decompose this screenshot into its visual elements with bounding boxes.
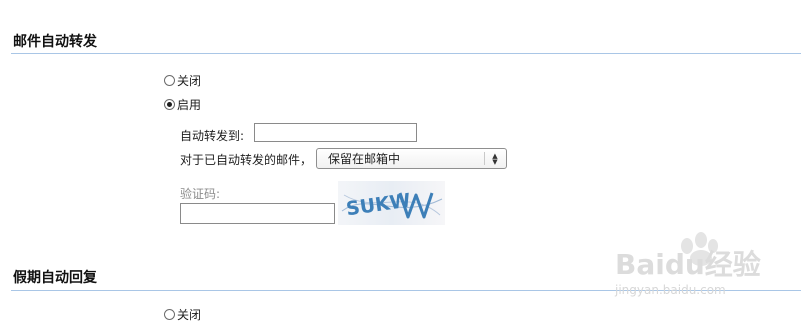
- forward-off-label: 关闭: [177, 73, 202, 88]
- forward-on-radio[interactable]: [164, 98, 175, 110]
- baidu-watermark: Baidu经验 jingyan.baidu.com: [613, 226, 793, 306]
- captcha-label: 验证码:: [180, 187, 221, 201]
- forward-to-input[interactable]: [254, 123, 417, 142]
- select-value: 保留在邮箱中: [328, 152, 401, 166]
- auto-forward-section-title: 邮件自动转发: [13, 34, 97, 50]
- forward-to-label: 自动转发到:: [180, 129, 245, 143]
- forward-off-option[interactable]: 关闭: [164, 72, 201, 88]
- vacation-off-radio[interactable]: [164, 308, 175, 320]
- select-separator: [484, 152, 485, 165]
- vacation-off-option[interactable]: 关闭: [164, 306, 201, 322]
- forward-off-radio[interactable]: [164, 74, 175, 86]
- up-down-arrows-icon: ▲ ▼: [492, 151, 498, 166]
- captcha-input[interactable]: [180, 203, 335, 224]
- vacation-reply-section-title: 假期自动回复: [13, 270, 97, 286]
- vacation-off-label: 关闭: [177, 307, 202, 322]
- section-divider: [11, 53, 801, 54]
- captcha-image[interactable]: SUKW: [338, 181, 445, 225]
- forward-on-label: 启用: [177, 97, 202, 112]
- watermark-brand: Baidu经验: [615, 248, 761, 281]
- forwarded-mail-handling-label: 对于已自动转发的邮件，: [180, 153, 313, 167]
- watermark-url: jingyan.baidu.com: [614, 283, 726, 297]
- forward-on-option[interactable]: 启用: [164, 96, 201, 112]
- forwarded-mail-handling-select[interactable]: 保留在邮箱中 ▲ ▼: [316, 148, 507, 169]
